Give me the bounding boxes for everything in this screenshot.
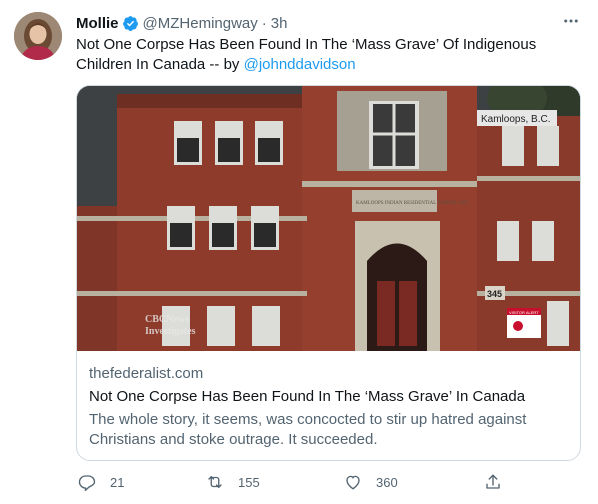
- card-description: The whole story, it seems, was concocted…: [89, 411, 527, 448]
- location-label: Kamloops, B.C.: [481, 114, 550, 125]
- card-image[interactable]: Kamloops, B.C. 345 VISITOR ALERT CBCNews…: [77, 86, 580, 351]
- reply-count: 21: [110, 474, 125, 490]
- like-icon: [342, 471, 364, 493]
- like-button[interactable]: 360: [342, 471, 482, 493]
- card-title: Not One Corpse Has Been Found In The ‘Ma…: [89, 388, 526, 405]
- building-number: 345: [487, 289, 502, 299]
- share-icon: [482, 471, 504, 493]
- link-preview-card[interactable]: Kamloops, B.C. 345 VISITOR ALERT CBCNews…: [76, 85, 581, 461]
- more-options-icon[interactable]: [560, 10, 582, 32]
- retweet-button[interactable]: 155: [204, 471, 342, 493]
- tweet-timestamp[interactable]: 3h: [271, 15, 288, 32]
- watermark-cbc: CBCNews: [145, 314, 189, 325]
- tweet-header: Mollie @MZHemingway · 3h: [76, 13, 584, 33]
- retweet-count: 155: [238, 474, 260, 490]
- share-button[interactable]: [482, 471, 504, 493]
- verified-badge-icon: [122, 15, 139, 32]
- separator-dot: ·: [261, 14, 267, 32]
- card-text-block[interactable]: thefederalist.com Not One Corpse Has Bee…: [89, 364, 568, 450]
- author-handle[interactable]: @MZHemingway: [143, 15, 258, 32]
- avatar-image: [14, 12, 62, 60]
- mention-link[interactable]: @johnddavidson: [244, 56, 356, 73]
- retweet-icon: [204, 471, 226, 493]
- tweet-text: Not One Corpse Has Been Found In The ‘Ma…: [76, 35, 556, 75]
- like-count: 360: [376, 474, 398, 490]
- author-name[interactable]: Mollie: [76, 15, 119, 32]
- building-engraving: KAMLOOPS INDIAN RESIDENTIAL SCHOOL 1923: [356, 201, 469, 206]
- watermark-investigates: Investigates: [145, 326, 196, 337]
- avatar[interactable]: [14, 12, 62, 60]
- action-bar: 21 155 360: [76, 470, 576, 494]
- visitor-sign-text: VISITOR ALERT: [509, 310, 539, 315]
- reply-icon: [76, 471, 98, 493]
- reply-button[interactable]: 21: [76, 471, 204, 493]
- residential-school-photo: Kamloops, B.C. 345 VISITOR ALERT CBCNews…: [77, 86, 580, 351]
- card-domain: thefederalist.com: [89, 365, 204, 382]
